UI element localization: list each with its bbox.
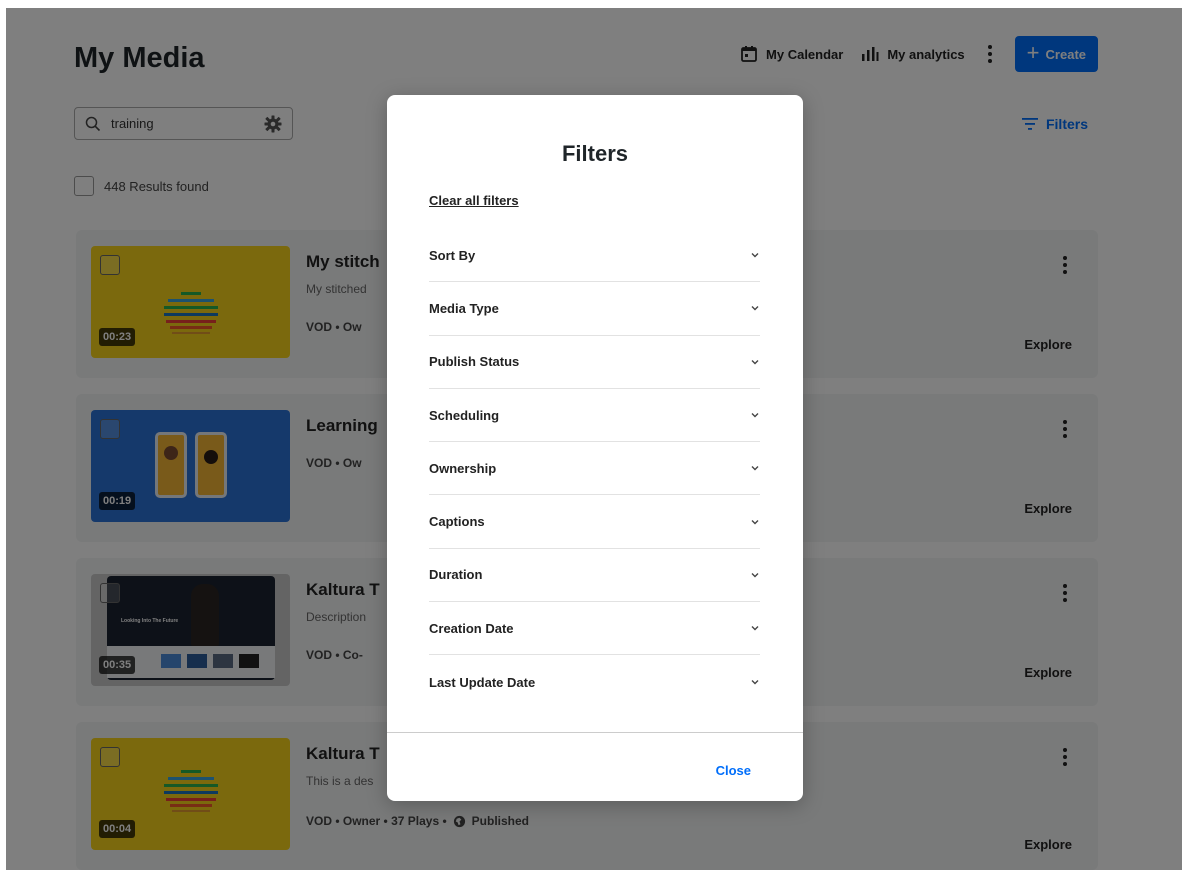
filter-scheduling[interactable]: Scheduling: [429, 389, 760, 443]
filter-label: Sort By: [429, 247, 476, 263]
filter-label: Duration: [429, 567, 483, 583]
close-button[interactable]: Close: [716, 763, 751, 778]
filter-label: Last Update Date: [429, 674, 536, 690]
filter-media-type[interactable]: Media Type: [429, 282, 760, 336]
filter-label: Ownership: [429, 460, 497, 476]
filter-last-update-date[interactable]: Last Update Date: [429, 655, 760, 708]
filter-ownership[interactable]: Ownership: [429, 442, 760, 496]
chevron-down-icon: [751, 466, 759, 471]
chevron-down-icon: [751, 519, 759, 525]
filter-label: Captions: [429, 514, 485, 530]
chevron-down-icon: [751, 359, 759, 365]
filters-dialog: Filters Clear all filters Sort By Media …: [387, 95, 803, 801]
chevron-down-icon: [751, 572, 759, 578]
chevron-down-icon: [751, 413, 759, 418]
chevron-down-icon: [751, 253, 759, 258]
dialog-title: Filters: [561, 141, 629, 166]
chevron-down-icon: [751, 680, 759, 685]
filter-creation-date[interactable]: Creation Date: [429, 602, 760, 656]
filter-label: Creation Date: [429, 620, 514, 636]
filter-publish-status[interactable]: Publish Status: [429, 336, 760, 389]
chevron-down-icon: [751, 306, 759, 311]
clear-all-filters-link[interactable]: Clear all filters: [429, 193, 519, 208]
filter-label: Publish Status: [429, 354, 520, 370]
filter-label: Media Type: [429, 300, 499, 316]
filter-list: Sort By Media Type Publish Status Schedu…: [429, 229, 760, 709]
filter-sort-by[interactable]: Sort By: [429, 229, 760, 283]
filter-duration[interactable]: Duration: [429, 549, 760, 603]
filter-captions[interactable]: Captions: [429, 495, 760, 549]
chevron-down-icon: [751, 626, 759, 631]
filter-label: Scheduling: [429, 407, 500, 423]
dialog-footer: Close: [387, 732, 803, 801]
